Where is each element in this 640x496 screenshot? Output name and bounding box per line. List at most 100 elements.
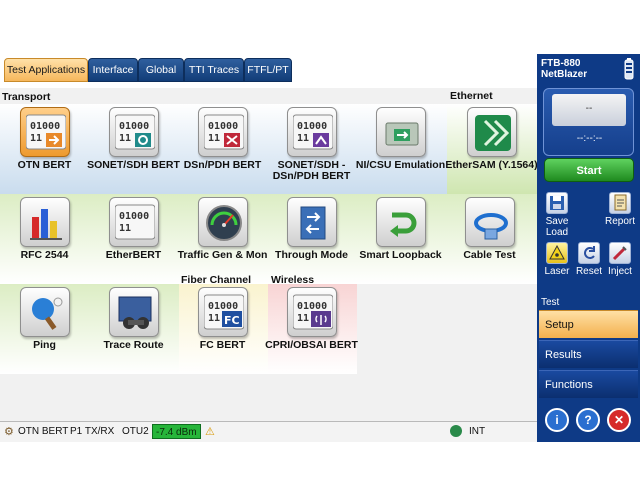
tile-ping[interactable]: Ping [0, 285, 89, 375]
tile-sonet-dsn-bert-label: SONET/SDH - DSn/PDH BERT [272, 159, 351, 182]
tile-through-mode-label: Through Mode [275, 249, 348, 261]
display-timer: --:--:-- [576, 133, 603, 144]
trace-route-icon [109, 287, 159, 337]
tile-through-mode[interactable]: Through Mode [267, 195, 356, 285]
inject-button[interactable]: Inject [604, 242, 636, 277]
tile-sonet-dsn-bert[interactable]: 01000 11 SONET/SDH - DSn/PDH BERT [267, 105, 356, 195]
menu-setup[interactable]: Setup [539, 310, 638, 338]
ping-pong-icon [20, 287, 70, 337]
tile-smart-loopback[interactable]: Smart Loopback [356, 195, 445, 285]
tab-bar: Test Applications Interface Global TTI T… [0, 54, 537, 88]
tile-trace-route-label: Trace Route [103, 339, 164, 351]
tile-traffic-gen-mon[interactable]: Traffic Gen & Mon [178, 195, 267, 285]
tile-rfc2544[interactable]: RFC 2544 [0, 195, 89, 285]
svg-text:11: 11 [297, 133, 309, 144]
tab-global[interactable]: Global [138, 58, 184, 82]
svg-text:11: 11 [30, 133, 42, 144]
status-bar: ⚙ OTN BERT P1 TX/RX OTU2 -7.4 dBm ⚠ INT [0, 421, 537, 442]
status-signal: OTU2 [122, 426, 149, 437]
tile-otn-bert[interactable]: 01000 11 OTN BERT [0, 105, 89, 195]
bar-chart-icon [20, 197, 70, 247]
test-status-icon: ⚙ [4, 426, 14, 438]
clock-source-icon [450, 425, 462, 437]
tile-etherbert-label: EtherBERT [105, 249, 162, 261]
warning-icon: ⚠ [205, 426, 215, 438]
sonet-sdh-bert-icon: 01000 11 [109, 107, 159, 157]
ni-csu-icon [376, 107, 426, 157]
status-power-badge: -7.4 dBm [152, 424, 201, 439]
reset-button[interactable]: Reset [573, 242, 605, 277]
loopback-arrow-icon [376, 197, 426, 247]
laser-icon [546, 242, 568, 264]
tile-ni-csu-emulation[interactable]: NI/CSU Emulation [356, 105, 445, 195]
svg-text:11: 11 [208, 133, 220, 144]
tile-otn-bert-label: OTN BERT [17, 159, 72, 171]
svg-text:01000: 01000 [208, 301, 238, 312]
status-port: P1 TX/RX [70, 426, 115, 437]
right-panel: FTB-880 NetBlazer -- --:--:-- Start Save… [537, 54, 640, 442]
start-button[interactable]: Start [544, 158, 634, 182]
dsn-pdh-bert-icon: 01000 11 [198, 107, 248, 157]
gauge-icon [198, 197, 248, 247]
tab-ftfl-pt[interactable]: FTFL/PT [244, 58, 292, 82]
tile-sonet-sdh-bert[interactable]: 01000 11 SONET/SDH BERT [87, 105, 180, 195]
report-icon [609, 192, 631, 214]
sonet-dsn-bert-icon: 01000 11 [287, 107, 337, 157]
tile-fc-bert[interactable]: 01000 11 FC FC BERT [178, 285, 267, 375]
tab-test-applications[interactable]: Test Applications [4, 58, 88, 82]
test-applications-grid: Transport Ethernet Fiber Channel Wireles… [0, 88, 538, 421]
device-product-name: NetBlazer [541, 69, 588, 80]
tile-etherbert[interactable]: 01000 11 EtherBERT [89, 195, 178, 285]
section-label-ethernet: Ethernet [450, 90, 493, 102]
etherbert-icon: 01000 11 [109, 197, 159, 247]
tab-tti-traces[interactable]: TTI Traces [184, 58, 244, 82]
cpri-bert-icon: 01000 11 [287, 287, 337, 337]
menu-functions[interactable]: Functions [539, 370, 638, 398]
save-load-button[interactable]: Save Load [541, 192, 573, 238]
close-button[interactable]: ✕ [607, 408, 631, 432]
svg-text:01000: 01000 [208, 121, 238, 132]
tile-traffic-gen-mon-label: Traffic Gen & Mon [177, 249, 268, 261]
status-clock: INT [469, 426, 486, 437]
tab-interface[interactable]: Interface [88, 58, 138, 82]
reset-icon [578, 242, 600, 264]
main-area: Test Applications Interface Global TTI T… [0, 54, 538, 442]
info-button[interactable]: i [545, 408, 569, 432]
tile-ethersam[interactable]: EtherSAM (Y.1564) [445, 105, 538, 195]
tile-ni-csu-label: NI/CSU Emulation [355, 159, 446, 171]
otn-bert-icon: 01000 11 [20, 107, 70, 157]
tile-cable-test[interactable]: Cable Test [445, 195, 534, 285]
svg-text:01000: 01000 [297, 121, 327, 132]
inject-label: Inject [608, 266, 632, 277]
help-button[interactable]: ? [576, 408, 600, 432]
tile-ethersam-label: EtherSAM (Y.1564) [445, 159, 538, 171]
svg-text:11: 11 [297, 313, 309, 324]
device-model: FTB-880 [541, 58, 581, 69]
svg-text:11: 11 [208, 313, 220, 324]
menu-results[interactable]: Results [539, 340, 638, 368]
report-button[interactable]: Report [604, 192, 636, 227]
save-load-label: Save Load [545, 216, 569, 238]
display-screen: -- [552, 94, 626, 126]
status-test-name: OTN BERT [18, 426, 69, 437]
fc-bert-icon: 01000 11 FC [198, 287, 248, 337]
device-name: FTB-880 NetBlazer [541, 58, 619, 80]
reset-label: Reset [575, 266, 603, 277]
svg-text:01000: 01000 [297, 301, 327, 312]
cable-icon [465, 197, 515, 247]
tile-dsn-pdh-bert[interactable]: 01000 11 DSn/PDH BERT [178, 105, 267, 195]
save-icon [546, 192, 568, 214]
tile-trace-route[interactable]: Trace Route [89, 285, 178, 375]
tile-cpri-obsai-bert[interactable]: 01000 11 CPRI/OBSAI BERT [265, 285, 358, 375]
svg-text:01000: 01000 [119, 121, 149, 132]
tile-sonet-sdh-bert-label: SONET/SDH BERT [87, 159, 180, 171]
section-label-transport: Transport [2, 91, 51, 103]
report-label: Report [604, 216, 635, 227]
laser-label: Laser [544, 266, 570, 277]
tile-fc-bert-label: FC BERT [199, 339, 246, 351]
laser-button[interactable]: Laser [541, 242, 573, 277]
svg-text:11: 11 [119, 133, 131, 144]
status-display: -- --:--:-- [543, 88, 634, 156]
tile-rfc2544-label: RFC 2544 [20, 249, 69, 261]
screen: Test Applications Interface Global TTI T… [0, 54, 640, 442]
